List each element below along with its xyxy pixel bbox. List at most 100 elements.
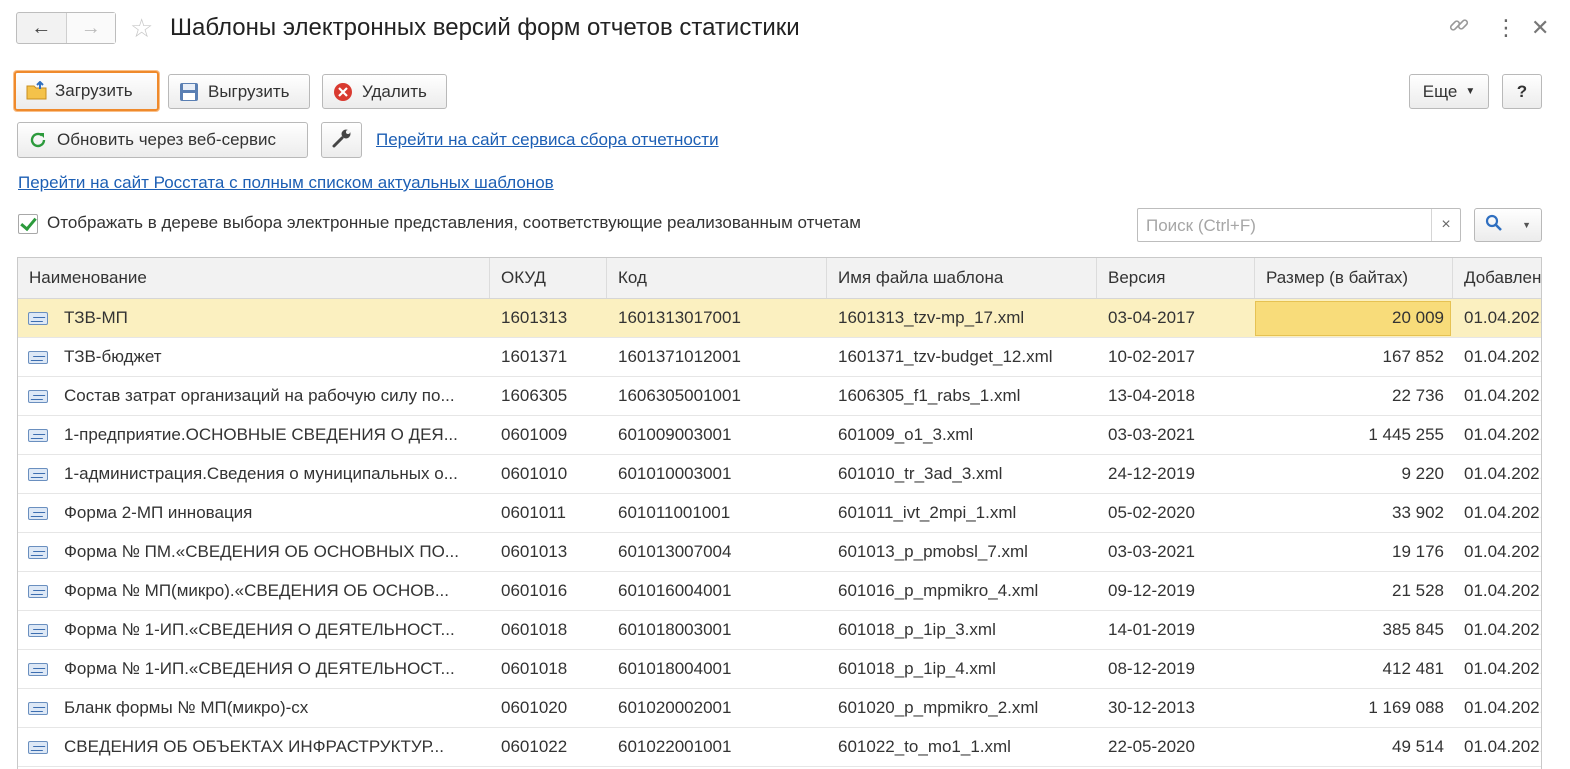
folder-upload-icon xyxy=(26,80,47,101)
cell-okud: 1601371 xyxy=(501,347,568,366)
cell-file: 601022_to_mo1_1.xml xyxy=(838,737,1011,756)
more-button[interactable]: Еще ▼ xyxy=(1409,74,1489,109)
cell-okud: 0601016 xyxy=(501,581,568,600)
column-header-okud[interactable]: ОКУД xyxy=(490,258,607,298)
more-vertical-icon[interactable]: ⋮ xyxy=(1495,14,1517,42)
template-file-icon xyxy=(28,663,48,676)
cell-version: 13-04-2018 xyxy=(1108,386,1195,405)
table-row[interactable]: Форма № МП(микро).«СВЕДЕНИЯ ОБ ОСНОВ... 0… xyxy=(18,572,1541,611)
cell-okud: 1601313 xyxy=(501,308,568,327)
table-row[interactable]: Форма 2-МП инновация 0601011 601011001001 6… xyxy=(18,494,1542,533)
search-input[interactable] xyxy=(1144,215,1428,237)
cell-okud: 1606305 xyxy=(501,386,568,405)
cell-version: 22-05-2020 xyxy=(1108,737,1195,756)
cell-code: 601011001001 xyxy=(618,503,731,522)
cell-okud: 0601018 xyxy=(501,620,568,639)
load-button-label: Загрузить xyxy=(55,81,133,100)
cell-name: СВЕДЕНИЯ ОБ ОБЪЕКТАХ ИНФРАСТРУКТУР... xyxy=(64,737,444,756)
template-file-icon xyxy=(28,585,48,598)
cell-code: 601009003001 xyxy=(618,425,732,444)
close-icon[interactable]: ✕ xyxy=(1531,14,1549,42)
clear-search-button[interactable]: × xyxy=(1431,209,1460,241)
unload-button-label: Выгрузить xyxy=(208,81,290,101)
show-in-tree-label: Отображать в дереве выбора электронные п… xyxy=(47,213,861,232)
table-row[interactable]: СВЕДЕНИЯ ОБ ОБЪЕКТАХ ИНФРАСТРУКТУР... 060… xyxy=(18,728,1541,767)
cell-name: ТЗВ-бюджет xyxy=(64,347,162,366)
unload-button[interactable]: Выгрузить xyxy=(168,74,310,109)
cell-size: 1 445 255 xyxy=(1368,425,1444,444)
cell-code: 1606305001001 xyxy=(618,386,741,405)
cell-added: 01.04.2021 xyxy=(1464,698,1542,717)
cell-added: 01.04.2021 xyxy=(1464,503,1542,522)
table-row[interactable]: 1-предприятие.ОСНОВНЫЕ СВЕДЕНИЯ О ДЕЯ...… xyxy=(18,416,1541,455)
star-icon[interactable]: ☆ xyxy=(130,14,153,42)
forward-button[interactable]: → xyxy=(65,13,115,43)
settings-button[interactable] xyxy=(321,122,362,158)
cell-okud: 0601013 xyxy=(501,542,568,561)
cell-okud: 0601011 xyxy=(501,503,566,522)
help-button[interactable]: ? xyxy=(1502,74,1542,109)
table-row[interactable]: Форма № ПМ.«СВЕДЕНИЯ ОБ ОСНОВНЫХ ПО... 06… xyxy=(18,533,1542,572)
cell-name: Бланк формы № МП(микро)-сх xyxy=(64,698,309,717)
cell-file: 601018_p_1ip_4.xml xyxy=(838,659,996,678)
column-header-version[interactable]: Версия xyxy=(1097,258,1255,298)
cell-name: Форма № МП(микро).«СВЕДЕНИЯ ОБ ОСНОВ... xyxy=(64,581,449,600)
cell-version: 05-02-2020 xyxy=(1108,503,1195,522)
service-site-link[interactable]: Перейти на сайт сервиса сбора отчетности xyxy=(376,130,719,150)
cell-okud: 0601010 xyxy=(501,464,568,483)
cell-file: 1601371_tzv-budget_12.xml xyxy=(838,347,1053,366)
column-header-file[interactable]: Имя файла шаблона xyxy=(827,258,1097,298)
arrow-left-icon: ← xyxy=(31,16,52,39)
cell-name: Форма № ПМ.«СВЕДЕНИЯ ОБ ОСНОВНЫХ ПО... xyxy=(64,542,459,561)
cell-size: 412 481 xyxy=(1382,659,1444,678)
delete-button[interactable]: Удалить xyxy=(322,74,447,109)
cell-name: ТЗВ-МП xyxy=(64,308,128,327)
rosstat-site-link[interactable]: Перейти на сайт Росстата с полным списко… xyxy=(18,173,554,193)
cell-version: 14-01-2019 xyxy=(1108,620,1195,639)
cell-size: 22 736 xyxy=(1392,386,1444,405)
column-header-code[interactable]: Код xyxy=(607,258,827,298)
cell-name: 1-администрация.Сведения о муниципальных… xyxy=(64,464,458,483)
cell-added: 01.04.2021 xyxy=(1464,464,1542,483)
column-header-name[interactable]: Наименование xyxy=(18,258,490,298)
close-icon: × xyxy=(1441,216,1451,233)
cell-code: 1601371012001 xyxy=(618,347,741,366)
table-row[interactable]: Бланк формы № МП(микро)-сх 0601020 6010200… xyxy=(18,689,1542,728)
cell-size: 33 902 xyxy=(1392,503,1444,522)
back-button[interactable]: ← xyxy=(17,13,66,43)
table-row[interactable]: ТЗВ-МП 1601313 1601313017001 1601313_tzv-mp… xyxy=(18,299,1541,338)
template-file-icon xyxy=(28,351,48,364)
help-button-label: ? xyxy=(1516,81,1528,101)
table-row[interactable]: 1-администрация.Сведения о муниципальных… xyxy=(18,455,1542,494)
chevron-down-icon: ▼ xyxy=(1465,86,1476,97)
page-title: Шаблоны электронных версий форм отчетов … xyxy=(170,14,800,41)
cell-code: 601018003001 xyxy=(618,620,732,639)
table-row[interactable]: Форма № 1-ИП.«СВЕДЕНИЯ О ДЕЯТЕЛЬНОСТ... 0… xyxy=(18,650,1541,689)
link-icon[interactable] xyxy=(1448,14,1470,44)
column-header-size[interactable]: Размер (в байтах) xyxy=(1255,258,1453,298)
template-file-icon xyxy=(28,624,48,637)
cell-file: 601011_ivt_2mpi_1.xml xyxy=(838,503,1017,522)
table-row[interactable]: ТЗВ-бюджет 1601371 1601371012001 1601371_tz… xyxy=(18,338,1541,377)
template-file-icon xyxy=(28,507,48,520)
cell-added: 01.04.2021 xyxy=(1464,542,1542,561)
show-in-tree-checkbox[interactable] xyxy=(18,214,38,234)
cell-code: 601020002001 xyxy=(618,698,732,717)
template-file-icon xyxy=(28,312,48,325)
refresh-webservice-button[interactable]: Обновить через веб-сервис xyxy=(17,122,308,158)
cell-code: 601018004001 xyxy=(618,659,732,678)
cell-name: 1-предприятие.ОСНОВНЫЕ СВЕДЕНИЯ О ДЕЯ... xyxy=(64,425,458,444)
cell-code: 601022001001 xyxy=(618,737,732,756)
cell-version: 03-03-2021 xyxy=(1108,425,1195,444)
table-row[interactable]: Форма № 1-ИП.«СВЕДЕНИЯ О ДЕЯТЕЛЬНОСТ... 0… xyxy=(18,611,1541,650)
cell-name: Форма № 1-ИП.«СВЕДЕНИЯ О ДЕЯТЕЛЬНОСТ... xyxy=(64,620,455,639)
template-file-icon xyxy=(28,546,48,559)
table-row[interactable]: Состав затрат организаций на рабочую сил… xyxy=(18,377,1541,416)
cell-code: 601010003001 xyxy=(618,464,732,483)
column-header-added[interactable]: Добавлен xyxy=(1453,258,1541,298)
search-options-button[interactable]: ▼ xyxy=(1474,208,1542,242)
template-file-icon xyxy=(28,390,48,403)
cell-size: 9 220 xyxy=(1401,464,1444,483)
cell-file: 601010_tr_3ad_3.xml xyxy=(838,464,1003,483)
load-button[interactable]: Загрузить xyxy=(14,71,159,111)
